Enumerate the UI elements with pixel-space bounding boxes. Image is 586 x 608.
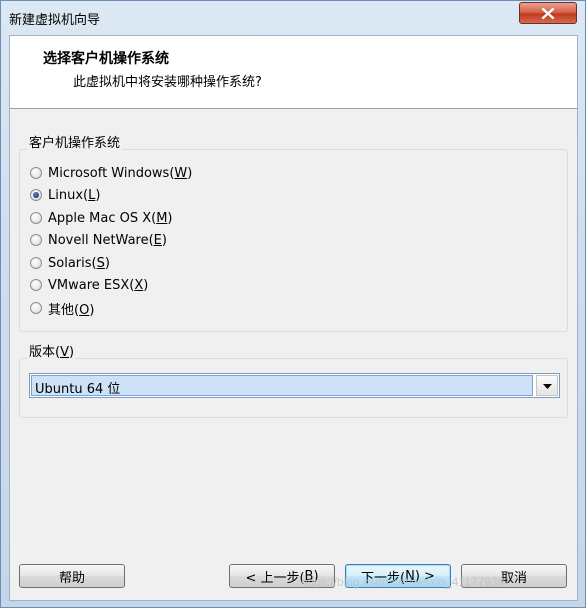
radio-option-mac[interactable]: Apple Mac OS X(M) — [30, 209, 173, 227]
radio-button[interactable] — [30, 302, 42, 314]
watermark-text: https://blog.csdn.net/weixin_41177939 — [301, 575, 505, 589]
radio-button[interactable] — [30, 167, 42, 179]
page-subtitle: 此虚拟机中将安装哪种操作系统? — [73, 75, 262, 90]
wizard-window: 新建虚拟机向导 选择客户机操作系统 此虚拟机中将安装哪种操作系统? 客户机操作系… — [0, 0, 586, 608]
version-label: 版本(V) — [27, 341, 77, 360]
radio-label: Novell NetWare(E) — [48, 232, 167, 248]
radio-button[interactable] — [30, 279, 42, 291]
close-button[interactable] — [519, 2, 577, 24]
dropdown-button[interactable] — [536, 375, 558, 396]
radio-label: Microsoft Windows(W) — [48, 165, 193, 181]
wizard-client-area: 选择客户机操作系统 此虚拟机中将安装哪种操作系统? 客户机操作系统 Micros… — [9, 35, 578, 601]
radio-label: Apple Mac OS X(M) — [48, 210, 173, 226]
radio-label: Linux(L) — [48, 187, 101, 203]
radio-option-solaris[interactable]: Solaris(S) — [30, 254, 110, 272]
radio-button[interactable] — [30, 212, 42, 224]
guest-os-group: 客户机操作系统 Microsoft Windows(W) Linux(L) Ap… — [19, 132, 568, 332]
radio-option-other[interactable]: 其他(O) — [30, 299, 95, 318]
radio-label: VMware ESX(X) — [48, 277, 149, 293]
radio-option-linux[interactable]: Linux(L) — [30, 186, 100, 204]
radio-label: 其他(O) — [48, 302, 95, 318]
page-title: 选择客户机操作系统 — [43, 51, 169, 67]
version-select[interactable]: Ubuntu 64 位 — [29, 373, 560, 398]
radio-label: Solaris(S) — [48, 255, 110, 271]
radio-button[interactable] — [30, 234, 42, 246]
close-icon — [542, 7, 554, 19]
window-title: 新建虚拟机向导 — [9, 13, 101, 28]
chevron-down-icon — [542, 378, 552, 393]
help-button[interactable]: 帮助 — [19, 564, 125, 588]
guest-os-group-label: 客户机操作系统 — [27, 132, 123, 151]
radio-button-selected[interactable] — [30, 189, 42, 201]
radio-option-netware[interactable]: Novell NetWare(E) — [30, 231, 167, 249]
radio-option-windows[interactable]: Microsoft Windows(W) — [30, 164, 192, 182]
radio-button[interactable] — [30, 257, 42, 269]
version-select-value[interactable]: Ubuntu 64 位 — [31, 375, 533, 397]
radio-option-vmware-esx[interactable]: VMware ESX(X) — [30, 276, 148, 294]
wizard-header: 选择客户机操作系统 此虚拟机中将安装哪种操作系统? — [10, 36, 577, 109]
version-group: 版本(V) Ubuntu 64 位 — [19, 341, 568, 418]
title-bar[interactable]: 新建虚拟机向导 — [1, 1, 585, 35]
